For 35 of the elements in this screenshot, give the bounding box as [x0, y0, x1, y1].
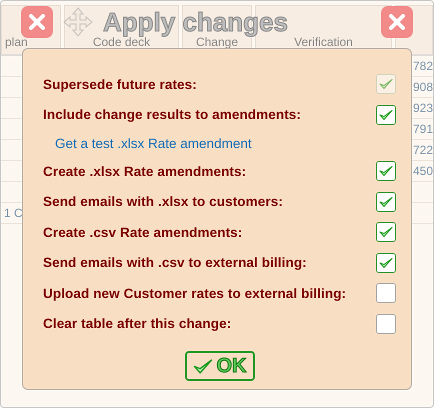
- check-icon: [379, 78, 393, 90]
- option-label: Send emails with .xlsx to customers:: [43, 194, 283, 210]
- table-cell: 923: [412, 101, 433, 115]
- table-cell: 908: [412, 80, 433, 94]
- checkbox[interactable]: [376, 161, 396, 182]
- option-label: Create .xlsx Rate amendments:: [43, 164, 246, 179]
- checkbox[interactable]: [376, 314, 396, 334]
- checkbox[interactable]: [376, 104, 396, 125]
- close-button[interactable]: [381, 6, 413, 38]
- close-icon: [388, 13, 406, 31]
- check-icon: [379, 196, 393, 208]
- test-amendment-link[interactable]: Get a test .xlsx Rate amendment: [55, 136, 252, 150]
- option-label: Send emails with .csv to external billing:: [43, 255, 307, 270]
- table-cell: 722: [412, 143, 433, 157]
- option-label: Include change results to amendments:: [43, 107, 302, 122]
- table-cell: 450: [412, 164, 433, 178]
- table-cell: 1 C: [4, 206, 23, 220]
- option-label: Clear table after this change:: [43, 316, 232, 332]
- checkbox[interactable]: [376, 252, 396, 273]
- checkbox[interactable]: [376, 192, 396, 212]
- option-label: Supersede future rates:: [43, 76, 197, 92]
- check-icon: [379, 108, 393, 121]
- table-cell: 782: [412, 59, 433, 73]
- close-icon: [28, 13, 46, 31]
- option-label: Create .csv Rate amendments:: [43, 224, 242, 240]
- checkbox[interactable]: [376, 222, 396, 242]
- check-icon: [192, 358, 212, 374]
- check-icon: [379, 165, 393, 178]
- window-title: Apply changes: [103, 8, 288, 36]
- check-icon: [379, 256, 393, 269]
- close-button[interactable]: [21, 6, 53, 38]
- checkbox[interactable]: [376, 283, 396, 304]
- check-icon: [379, 226, 393, 238]
- option-label: Upload new Customer rates to external billing:: [43, 286, 346, 301]
- table-cell: 791: [412, 122, 433, 136]
